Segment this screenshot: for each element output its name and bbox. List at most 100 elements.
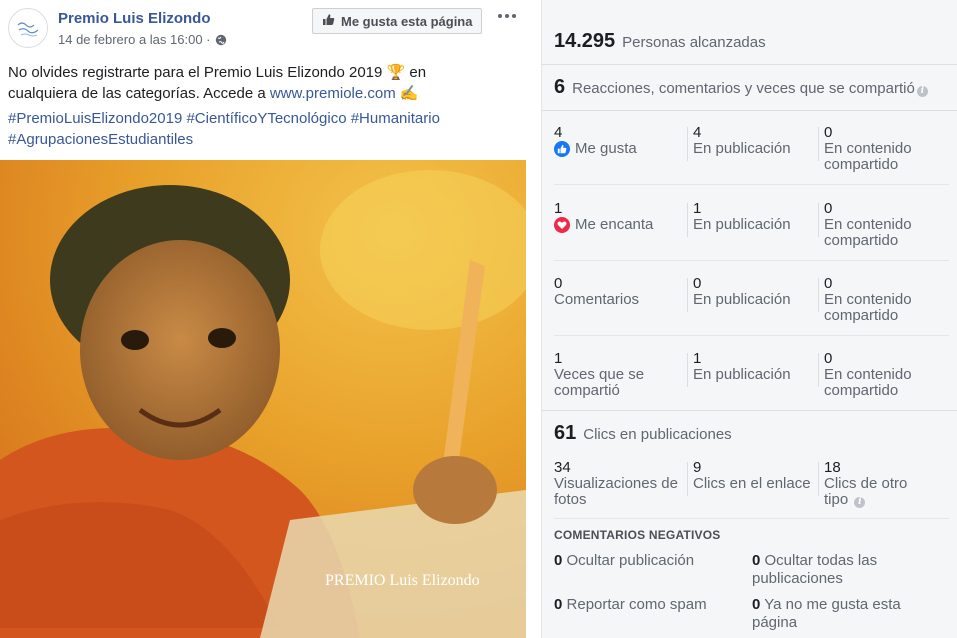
shares-cell: 1 Veces que se compartió [554,351,682,399]
loves-label: Me encanta [575,216,654,233]
info-icon[interactable]: i [916,85,928,97]
boy-drawing-photo: PREMIO Luis Elizondo [0,160,526,638]
shares-label: Veces que se compartió [554,366,645,399]
comments-value: 0 [554,275,563,292]
comments-cell: 0 Comentarios [554,276,679,308]
loves-on-shares-label: En contenido compartido [824,216,912,249]
link-clicks-cell: 9 Clics en el enlace [693,460,818,492]
unlike-page-label: Ya no me gusta esta página [752,596,901,631]
comments-on-post-label: En publicación [693,291,791,308]
likes-label: Me gusta [575,140,637,157]
likes-value: 4 [554,124,563,141]
likes-on-post-value: 4 [693,124,702,141]
loves-value: 1 [554,200,563,217]
likes-on-shares-cell: 0 En contenido compartido [824,125,949,173]
post-hashtags[interactable]: #PremioLuisElizondo2019 #CientíficoYTecn… [8,108,478,150]
loves-on-post-cell: 1 En publicación [693,201,818,233]
clicks-value: 61 [554,422,577,444]
shares-on-post-label: En publicación [693,366,791,383]
page-name-link[interactable]: Premio Luis Elizondo [58,10,211,27]
hide-post-value: 0 [554,552,563,569]
comments-on-shares-label: En contenido compartido [824,291,912,324]
reactions-value: 6 [554,76,566,98]
shares-on-shares-label: En contenido compartido [824,366,912,399]
report-spam-value: 0 [554,596,563,613]
column-divider [687,203,688,237]
divider [554,335,949,336]
post-card: Premio Luis Elizondo 14 de febrero a las… [0,0,526,638]
link-clicks-value: 9 [693,459,702,476]
reactions-metric: 6 Reacciones, comentarios y veces que se… [554,76,928,99]
hide-all-value: 0 [752,552,761,569]
likes-cell: 4 Me gusta [554,125,679,157]
column-divider [818,353,819,387]
post-insights-panel: 14.295 Personas alcanzadas 6 Reacciones,… [541,0,957,638]
negative-feedback-title: COMENTARIOS NEGATIVOS [554,528,721,542]
shares-on-shares-cell: 0 En contenido compartido [824,351,949,399]
other-clicks-cell: 18 Clics de otro tipo i [824,460,934,508]
post-link[interactable]: www.premiole.com [270,85,396,102]
comments-on-post-value: 0 [693,275,702,292]
image-logo-text: PREMIO Luis Elizondo [325,572,480,589]
like-page-label: Me gusta esta página [341,13,473,29]
page-avatar[interactable] [8,8,48,48]
timestamp-text: 14 de febrero a las 16:00 · [58,32,211,47]
unlike-page-metric: 0 Ya no me gusta esta página [752,596,942,632]
loves-on-shares-value: 0 [824,200,833,217]
divider [542,64,957,65]
link-clicks-label: Clics en el enlace [693,475,811,492]
hide-all-metric: 0 Ocultar todas las publicaciones [752,552,942,588]
comments-on-post-cell: 0 En publicación [693,276,818,308]
column-divider [687,278,688,312]
photo-views-value: 34 [554,459,571,476]
hide-all-label: Ocultar todas las publicaciones [752,552,878,587]
likes-on-shares-label: En contenido compartido [824,140,912,173]
globe-icon [215,34,227,46]
reach-metric: 14.295 Personas alcanzadas [554,30,766,53]
other-clicks-value: 18 [824,459,841,476]
like-page-button[interactable]: Me gusta esta página [312,8,483,34]
shares-on-post-value: 1 [693,350,702,367]
report-spam-metric: 0 Reportar como spam [554,596,754,614]
divider [542,110,957,111]
clicks-label: Clics en publicaciones [583,426,732,443]
post-message: No olvides registrarte para el Premio Lu… [8,62,460,104]
divider [554,184,949,185]
loves-cell: 1 Me encanta [554,201,679,233]
heart-icon [554,217,570,233]
hide-post-label: Ocultar publicación [566,552,695,569]
like-icon [554,141,570,157]
premio-logo-icon [10,10,47,47]
thumbs-up-icon [322,13,335,29]
reactions-label: Reacciones, comentarios y veces que se c… [572,80,928,97]
column-divider [818,278,819,312]
clicks-metric: 61 Clics en publicaciones [554,422,732,445]
comments-on-shares-cell: 0 En contenido compartido [824,276,949,324]
post-timestamp[interactable]: 14 de febrero a las 16:00 · [58,32,227,47]
info-icon[interactable]: i [854,496,866,508]
report-spam-label: Reportar como spam [566,596,707,613]
comments-label: Comentarios [554,291,640,308]
likes-on-post-cell: 4 En publicación [693,125,818,157]
column-divider [687,462,688,496]
post-message-end: ✍️ [395,85,419,102]
loves-on-post-label: En publicación [693,216,791,233]
divider [554,260,949,261]
photo-views-label: Visualizaciones de fotos [554,475,678,508]
shares-on-shares-value: 0 [824,350,833,367]
column-divider [818,127,819,161]
loves-on-shares-cell: 0 En contenido compartido [824,201,949,249]
shares-on-post-cell: 1 En publicación [693,351,818,383]
likes-on-shares-value: 0 [824,124,833,141]
shares-value: 1 [554,350,563,367]
divider [554,518,949,519]
more-options-icon[interactable] [494,6,520,26]
loves-on-post-value: 1 [693,200,702,217]
other-clicks-label: Clics de otro tipo i [824,475,908,508]
reach-value: 14.295 [554,30,616,52]
hide-post-metric: 0 Ocultar publicación [554,552,754,570]
post-photo[interactable]: PREMIO Luis Elizondo [0,160,526,638]
column-divider [818,462,819,496]
column-divider [818,203,819,237]
unlike-page-value: 0 [752,596,761,613]
